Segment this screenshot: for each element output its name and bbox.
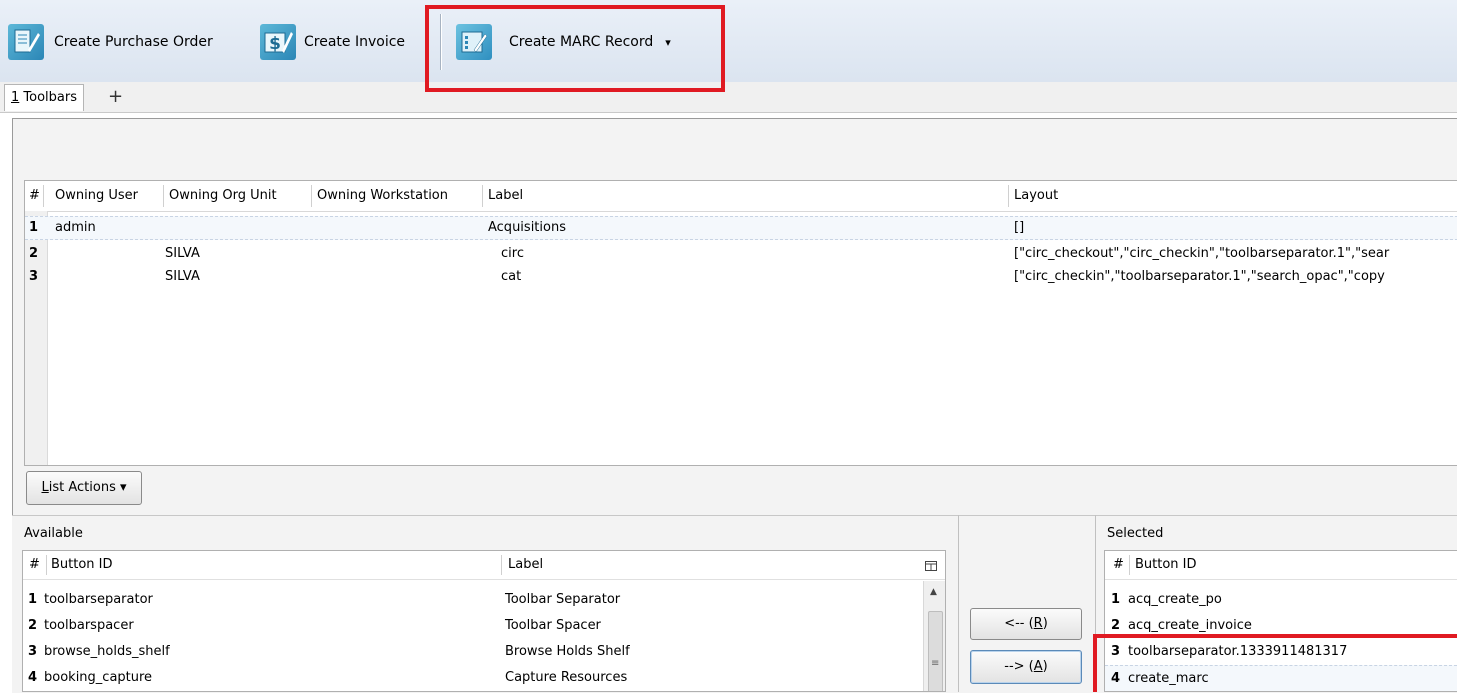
button-id: browse_holds_shelf xyxy=(44,644,170,659)
row-number: 3 xyxy=(28,644,38,659)
column-header-owning-workstation[interactable]: Owning Workstation xyxy=(317,181,448,211)
button-id: toolbarseparator xyxy=(44,592,153,607)
available-buttons-grid: # Button ID Label 1 toolbarseparator Too… xyxy=(22,550,946,692)
column-divider xyxy=(43,185,44,207)
column-divider xyxy=(46,555,47,575)
row-number: 2 xyxy=(28,618,38,633)
column-header-owning-org-unit[interactable]: Owning Org Unit xyxy=(169,181,277,211)
tab-toolbars[interactable]: 1 Toolbars xyxy=(4,84,85,111)
column-divider xyxy=(1008,185,1009,207)
button-id: booking_capture xyxy=(44,670,153,685)
row-number: 4 xyxy=(28,670,38,685)
row-number: 1 xyxy=(1111,592,1121,607)
scroll-up-arrow-icon[interactable]: ▲ xyxy=(930,587,937,597)
button-label: Toolbar Spacer xyxy=(505,618,601,633)
table-row[interactable]: 3 SILVA cat ["circ_checkin","toolbarsepa… xyxy=(25,266,1457,288)
list-item[interactable]: 1 toolbarseparator Toolbar Separator xyxy=(23,587,945,613)
available-grid-header: # Button ID Label xyxy=(23,551,945,580)
button-label: Toolbar Separator xyxy=(505,592,621,607)
svg-text:$: $ xyxy=(269,34,281,54)
create-invoice-button[interactable]: $ Create Invoice xyxy=(260,18,405,66)
available-scrollbar[interactable]: ▲ ≡ xyxy=(923,581,945,691)
list-item[interactable]: 4 booking_capture Capture Resources xyxy=(23,665,945,691)
highlight-box-marc xyxy=(425,5,725,92)
table-row[interactable]: 2 SILVA circ ["circ_checkout","circ_chec… xyxy=(25,243,1457,265)
list-actions-accel: L xyxy=(41,480,49,495)
add-tab-icon[interactable]: + xyxy=(108,84,123,110)
add-button[interactable]: --> (A) xyxy=(970,650,1082,684)
button-id: toolbarspacer xyxy=(44,618,134,633)
list-actions-button[interactable]: List Actions ▾ xyxy=(26,471,142,505)
grid-header: # Owning User Owning Org Unit Owning Wor… xyxy=(25,181,1457,212)
table-row[interactable]: 1 admin Acquisitions [] xyxy=(25,216,1457,240)
toolbar-label: circ xyxy=(501,246,524,261)
column-header-number[interactable]: # xyxy=(1113,551,1124,579)
column-header-number[interactable]: # xyxy=(29,551,40,579)
column-header-number[interactable]: # xyxy=(29,181,40,211)
column-divider xyxy=(482,185,483,207)
button-id: acq_create_po xyxy=(1128,592,1222,607)
column-header-owning-user[interactable]: Owning User xyxy=(55,181,138,211)
highlight-box-selected xyxy=(1093,634,1457,692)
list-item[interactable]: 2 toolbarspacer Toolbar Spacer xyxy=(23,613,945,639)
row-number: 2 xyxy=(29,246,39,261)
column-header-button-id[interactable]: Button ID xyxy=(1135,551,1197,579)
pane-divider xyxy=(958,515,959,692)
toolbar-layout: [] xyxy=(1014,220,1025,235)
scrollbar-thumb[interactable]: ≡ xyxy=(928,611,943,691)
main-toolbar: Create Purchase Order $ Create Invoice C… xyxy=(0,0,1457,92)
list-actions-label: ist Actions ▾ xyxy=(48,480,127,495)
remove-button[interactable]: <-- (R) xyxy=(970,608,1082,640)
owning-org-unit: SILVA xyxy=(165,246,200,261)
remove-button-suffix: ) xyxy=(1042,616,1048,631)
row-number: 3 xyxy=(29,269,39,284)
add-button-accel: A xyxy=(1033,659,1043,674)
remove-button-accel: R xyxy=(1033,616,1043,631)
list-item[interactable]: 1 acq_create_po xyxy=(1105,587,1457,613)
toolbar-layout: ["circ_checkin","toolbarseparator.1","se… xyxy=(1014,269,1385,284)
invoice-icon: $ xyxy=(260,24,296,60)
column-header-label[interactable]: Label xyxy=(508,551,543,579)
add-button-prefix: --> ( xyxy=(1004,659,1034,674)
row-number: 1 xyxy=(28,592,38,607)
column-header-label[interactable]: Label xyxy=(488,181,523,211)
button-label: Browse Holds Shelf xyxy=(505,644,630,659)
column-header-button-id[interactable]: Button ID xyxy=(51,551,113,579)
list-item[interactable]: 3 browse_holds_shelf Browse Holds Shelf xyxy=(23,639,945,665)
toolbar-label: cat xyxy=(501,269,522,284)
toolbar-layout: ["circ_checkout","circ_checkin","toolbar… xyxy=(1014,246,1390,261)
row-number: 1 xyxy=(29,220,39,235)
column-divider xyxy=(163,185,164,207)
column-picker-icon[interactable] xyxy=(925,551,937,579)
toolbar-list-grid: # Owning User Owning Org Unit Owning Wor… xyxy=(24,180,1457,466)
selected-grid-header: # Button ID xyxy=(1105,551,1457,580)
toolbar-label: Acquisitions xyxy=(488,220,566,235)
create-purchase-order-label: Create Purchase Order xyxy=(54,34,213,50)
purchase-order-icon xyxy=(8,24,44,60)
available-caption: Available xyxy=(24,526,83,541)
column-header-layout[interactable]: Layout xyxy=(1014,181,1058,211)
column-divider xyxy=(1129,555,1130,575)
create-invoice-label: Create Invoice xyxy=(304,34,406,50)
grip-icon: ≡ xyxy=(931,658,940,669)
add-button-suffix: ) xyxy=(1042,659,1048,674)
owning-user: admin xyxy=(55,220,96,235)
tab-label: Toolbars xyxy=(19,90,78,105)
remove-button-prefix: <-- ( xyxy=(1004,616,1034,631)
selected-caption: Selected xyxy=(1107,526,1164,541)
button-label: Capture Resources xyxy=(505,670,628,685)
tab-bar: 1 Toolbars + xyxy=(0,82,1457,113)
owning-org-unit: SILVA xyxy=(165,269,200,284)
column-divider xyxy=(501,555,502,575)
create-purchase-order-button[interactable]: Create Purchase Order xyxy=(8,18,213,66)
column-divider xyxy=(311,185,312,207)
